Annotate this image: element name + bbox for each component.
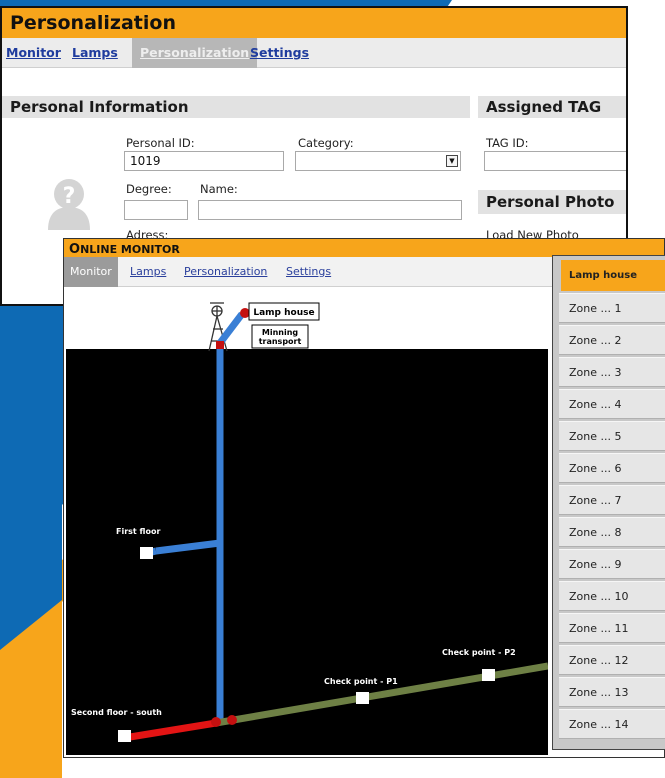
zone-item-9[interactable]: Zone ... 9 bbox=[559, 549, 665, 579]
zone-item-13[interactable]: Zone ... 13 bbox=[559, 677, 665, 707]
zone-list-panel: Lamp house Zone ... 1 Zone ... 2 Zone ..… bbox=[552, 255, 665, 750]
zone-item-10[interactable]: Zone ... 10 bbox=[559, 581, 665, 611]
tab-settings[interactable]: Settings bbox=[250, 38, 309, 68]
zone-item-4[interactable]: Zone ... 4 bbox=[559, 389, 665, 419]
check-point-p2-node[interactable] bbox=[482, 669, 495, 681]
zone-item-12[interactable]: Zone ... 12 bbox=[559, 645, 665, 675]
first-floor-node[interactable] bbox=[140, 547, 153, 559]
first-floor-label: First floor bbox=[116, 527, 160, 536]
name-field[interactable] bbox=[198, 200, 462, 220]
personal-info-heading: Personal Information bbox=[2, 96, 470, 118]
lamp-house-label: Lamp house bbox=[253, 308, 314, 318]
svg-text:?: ? bbox=[63, 184, 76, 209]
zone-item-8[interactable]: Zone ... 8 bbox=[559, 517, 665, 547]
shaft-bottom-node-2[interactable] bbox=[227, 715, 237, 725]
second-floor-label: Second floor - south bbox=[71, 708, 162, 717]
zone-item-1[interactable]: Zone ... 1 bbox=[559, 293, 665, 323]
check-point-p1-node[interactable] bbox=[356, 692, 369, 704]
degree-field[interactable] bbox=[124, 200, 188, 220]
assigned-tag-heading: Assigned TAG bbox=[478, 96, 626, 118]
tag-id-label: TAG ID: bbox=[486, 136, 529, 150]
tab-settings[interactable]: Settings bbox=[286, 257, 331, 287]
zone-item-3[interactable]: Zone ... 3 bbox=[559, 357, 665, 387]
zone-item-7[interactable]: Zone ... 7 bbox=[559, 485, 665, 515]
name-label: Name: bbox=[200, 182, 238, 196]
user-placeholder-icon: ? bbox=[48, 179, 90, 230]
tab-lamps[interactable]: Lamps bbox=[130, 257, 166, 287]
shaft-bottom-node-1[interactable] bbox=[211, 717, 221, 727]
personalization-tabbar: Monitor Lamps Personalization Settings bbox=[2, 38, 626, 68]
dropdown-arrow-icon[interactable]: ▼ bbox=[446, 155, 458, 167]
check-point-p1-label: Check point - P1 bbox=[324, 677, 398, 686]
mining-transport-label-2: transport bbox=[259, 337, 302, 346]
tag-id-field[interactable] bbox=[484, 151, 626, 171]
check-point-p2-label: Check point - P2 bbox=[442, 648, 516, 657]
category-label: Category: bbox=[298, 136, 354, 150]
tab-monitor[interactable]: Monitor bbox=[6, 38, 61, 68]
personal-id-label: Personal ID: bbox=[126, 136, 195, 150]
tab-lamps[interactable]: Lamps bbox=[72, 38, 118, 68]
zone-item-2[interactable]: Zone ... 2 bbox=[559, 325, 665, 355]
category-select[interactable]: ▼ bbox=[295, 151, 461, 171]
zone-item-5[interactable]: Zone ... 5 bbox=[559, 421, 665, 451]
personal-photo-heading: Personal Photo bbox=[478, 190, 626, 214]
degree-label: Degree: bbox=[126, 182, 172, 196]
tab-monitor-active[interactable]: Monitor bbox=[64, 257, 118, 287]
zone-item-6[interactable]: Zone ... 6 bbox=[559, 453, 665, 483]
personalization-title: Personalization bbox=[2, 8, 626, 38]
second-floor-node[interactable] bbox=[118, 730, 131, 742]
tab-personalization[interactable]: Personalization bbox=[184, 257, 267, 287]
zone-header-lamp-house[interactable]: Lamp house bbox=[561, 260, 665, 291]
zone-item-14[interactable]: Zone ... 14 bbox=[559, 709, 665, 739]
zone-item-11[interactable]: Zone ... 11 bbox=[559, 613, 665, 643]
shaft-top-node[interactable] bbox=[216, 341, 224, 349]
monitor-title-initial: O bbox=[69, 242, 81, 257]
personal-id-field[interactable]: 1019 bbox=[124, 151, 284, 171]
mine-map: Lamp house Minning transport First floor… bbox=[66, 289, 548, 755]
tab-personalization[interactable]: Personalization bbox=[132, 38, 258, 68]
mining-transport-label-1: Minning bbox=[262, 328, 299, 337]
monitor-title-rest: NLINE MONITOR bbox=[80, 243, 180, 256]
